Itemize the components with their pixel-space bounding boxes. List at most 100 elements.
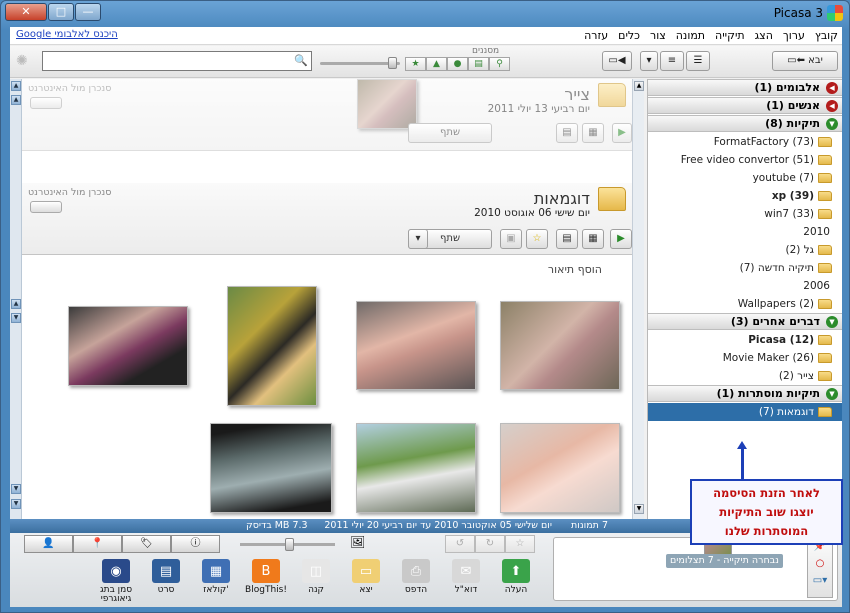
- sync-toggle[interactable]: [30, 201, 62, 213]
- menu-file[interactable]: קובץ: [815, 29, 838, 42]
- action-button[interactable]: ◉ סמן בתג גיאוגרפי: [90, 559, 142, 604]
- menu-edit[interactable]: ערוך: [783, 29, 805, 42]
- photo-thumbnail[interactable]: [227, 286, 317, 406]
- video-thumbnail[interactable]: [210, 423, 332, 513]
- scroll-up-icon[interactable]: ▲: [11, 95, 21, 105]
- tree-folder-item[interactable]: גל (2): [648, 241, 842, 259]
- folders-section[interactable]: ▼ תיקיות (8): [648, 115, 842, 132]
- menu-folder[interactable]: תיקייה: [715, 29, 745, 42]
- movie-filter-icon[interactable]: ▤: [468, 57, 489, 71]
- hidden-section[interactable]: ▼ תיקיות מוסתרות (1): [648, 385, 842, 402]
- info-tab-icon[interactable]: ⓘ: [171, 535, 220, 553]
- tree-folder-item[interactable]: youtube (7): [648, 169, 842, 187]
- minimize-button[interactable]: —: [75, 3, 101, 21]
- photo-thumbnail[interactable]: [500, 423, 620, 513]
- action-button[interactable]: B BlogThis!: [240, 559, 292, 595]
- rotate-left-icon[interactable]: ↺: [445, 535, 475, 553]
- albums-section[interactable]: ◀ אלבומים (1): [648, 79, 842, 96]
- tags-tab-icon[interactable]: 🏷: [122, 535, 171, 553]
- share-dropdown-icon[interactable]: ▾: [408, 229, 428, 249]
- action-button[interactable]: ▦ קולאז': [190, 559, 242, 595]
- save-icon[interactable]: ▣: [500, 229, 522, 249]
- movie-icon[interactable]: ▤: [556, 229, 578, 249]
- tree-folder-item[interactable]: תיקיה חדשה (7): [648, 259, 842, 277]
- star-icon[interactable]: ☆: [505, 535, 535, 553]
- movie-icon[interactable]: ▤: [556, 123, 578, 143]
- expanded-arrow-icon[interactable]: ▼: [826, 388, 838, 400]
- people-tab-icon[interactable]: 👤: [24, 535, 73, 553]
- slider-knob[interactable]: [388, 57, 397, 69]
- sync-toggle[interactable]: [30, 97, 62, 109]
- action-button[interactable]: ⎙ הדפס: [390, 559, 442, 595]
- slider-knob[interactable]: [285, 538, 294, 551]
- tree-folder-item[interactable]: צייר (2): [648, 367, 842, 385]
- album-header[interactable]: צייר יום רביעי 13 יולי 2011 סנכרן מול הא…: [22, 79, 632, 151]
- action-button[interactable]: ▭ יצא: [340, 559, 392, 595]
- import-button[interactable]: יבא ⬅▭: [772, 51, 838, 71]
- play-icon[interactable]: ▶: [610, 229, 632, 249]
- upload-filter-icon[interactable]: ▲: [426, 57, 447, 71]
- action-button[interactable]: ✉ דוא"ל: [440, 559, 492, 595]
- album-header[interactable]: דוגמאות יום שישי 06 אוגוסט 2010 סנכרן מו…: [22, 183, 632, 255]
- menu-create[interactable]: צור: [650, 29, 666, 42]
- action-button[interactable]: ◫ קנה: [290, 559, 342, 595]
- sort-button[interactable]: ≡: [660, 51, 684, 71]
- photo-thumbnail[interactable]: [68, 306, 188, 386]
- collapsed-arrow-icon[interactable]: ◀: [826, 82, 838, 94]
- photo-thumbnail[interactable]: [500, 301, 620, 390]
- scroll-down-icon[interactable]: ▼: [11, 484, 21, 494]
- search-input[interactable]: 🔍: [42, 51, 312, 71]
- filter-slider[interactable]: [320, 57, 400, 69]
- star-filter-icon[interactable]: ★: [405, 57, 426, 71]
- main-scrollbar[interactable]: ▲ ▼: [632, 79, 644, 519]
- tree-folder-item[interactable]: Picasa (12): [648, 331, 842, 349]
- photo-thumbnail[interactable]: [356, 423, 476, 513]
- other-section[interactable]: ▼ דברים אחרים (3): [648, 313, 842, 330]
- action-button[interactable]: ⬆ העלה: [490, 559, 542, 595]
- share-button[interactable]: שתף: [408, 123, 492, 143]
- back-button[interactable]: ◀▭: [602, 51, 632, 71]
- menu-help[interactable]: עזרה: [584, 29, 608, 42]
- scroll-down-icon[interactable]: ▼: [634, 504, 644, 514]
- tree-folder-item[interactable]: win7 (33): [648, 205, 842, 223]
- geotag-filter-icon[interactable]: ⚲: [489, 57, 510, 71]
- tree-folder-item-selected[interactable]: דוגמאות (7): [648, 403, 842, 421]
- collage-icon[interactable]: ▦: [582, 229, 604, 249]
- rotate-right-icon[interactable]: ↻: [475, 535, 505, 553]
- scroll-up-icon[interactable]: ▲: [11, 299, 21, 309]
- list-view-button[interactable]: ☰: [686, 51, 710, 71]
- tree-folder-item[interactable]: xp (39): [648, 187, 842, 205]
- menu-tools[interactable]: כלים: [618, 29, 640, 42]
- play-icon[interactable]: ▶: [612, 123, 632, 143]
- scroll-down-icon[interactable]: ▼: [11, 499, 21, 509]
- face-filter-icon[interactable]: ●: [447, 57, 468, 71]
- thumbnail-size-slider[interactable]: [240, 538, 335, 551]
- action-button[interactable]: ▤ סרט: [140, 559, 192, 595]
- expanded-arrow-icon[interactable]: ▼: [826, 118, 838, 130]
- scroll-up-icon[interactable]: ▲: [634, 81, 644, 91]
- tree-folder-item[interactable]: FormatFactory (73): [648, 133, 842, 151]
- left-scroll-strip[interactable]: ▲ ▲ ▲ ▼ ▼ ▼: [10, 79, 22, 519]
- collapsed-arrow-icon[interactable]: ◀: [826, 100, 838, 112]
- tree-folder-item[interactable]: Movie Maker (26): [648, 349, 842, 367]
- clear-icon[interactable]: ○: [808, 558, 832, 569]
- menu-picture[interactable]: תמונה: [676, 29, 705, 42]
- menu-view[interactable]: הצג: [755, 29, 773, 42]
- signin-link[interactable]: היכנס לאלבומי Google: [16, 29, 118, 40]
- close-button[interactable]: ✕: [5, 3, 47, 21]
- view-dropdown[interactable]: ▾: [640, 51, 658, 71]
- photo-thumbnail[interactable]: [356, 301, 476, 390]
- add-description[interactable]: הוסף תיאור: [548, 263, 602, 276]
- geotag-tab-icon[interactable]: 📍: [73, 535, 122, 553]
- people-section[interactable]: ◀ אנשים (1): [648, 97, 842, 114]
- add-to-icon[interactable]: ▾▭: [808, 575, 832, 586]
- scroll-up-icon[interactable]: ▲: [11, 81, 21, 91]
- maximize-button[interactable]: □: [48, 3, 74, 21]
- expanded-arrow-icon[interactable]: ▼: [826, 316, 838, 328]
- collage-icon[interactable]: ▦: [582, 123, 604, 143]
- scroll-down-icon[interactable]: ▼: [11, 313, 21, 323]
- star-icon[interactable]: ☆: [526, 229, 548, 249]
- album-thumbnail[interactable]: [357, 79, 417, 129]
- tree-folder-item[interactable]: Free video convertor (51): [648, 151, 842, 169]
- tree-folder-item[interactable]: Wallpapers (2): [648, 295, 842, 313]
